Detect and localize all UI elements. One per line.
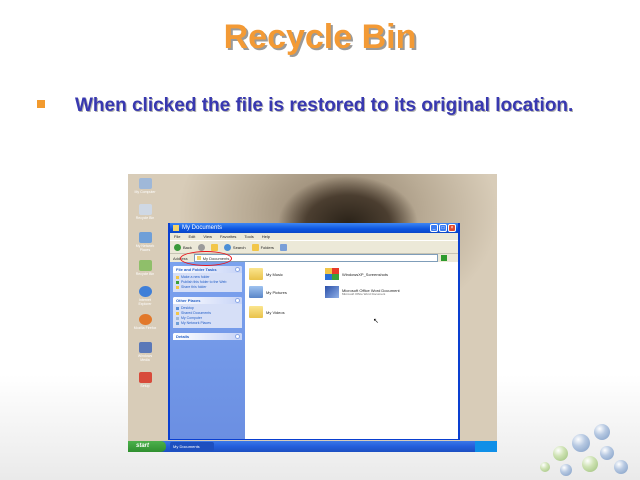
file-item[interactable]: My Music bbox=[249, 268, 283, 280]
desktop-icon-setup[interactable]: Setup bbox=[133, 372, 157, 388]
taskbar-item-my-documents[interactable]: My Documents bbox=[170, 442, 214, 451]
file-item[interactable]: WindowsXP_Screenshots bbox=[325, 268, 388, 280]
media-icon bbox=[138, 342, 152, 353]
start-button[interactable]: start bbox=[128, 441, 166, 452]
decorative-bubble bbox=[594, 424, 610, 440]
place-network[interactable]: My Network Places bbox=[176, 321, 239, 326]
videos-folder-icon bbox=[249, 306, 263, 318]
views-icon bbox=[279, 243, 287, 251]
search-button[interactable]: Search bbox=[223, 243, 246, 251]
taskbar: start My Documents bbox=[128, 441, 497, 452]
window-title: My Documents bbox=[182, 225, 223, 231]
chevron-up-icon[interactable] bbox=[235, 298, 240, 303]
setup-icon bbox=[138, 372, 152, 383]
forward-button[interactable] bbox=[197, 243, 205, 251]
task-pane: File and Folder Tasks Make a new folder … bbox=[170, 262, 245, 439]
decorative-bubble bbox=[614, 460, 628, 474]
network-icon bbox=[176, 322, 179, 325]
file-item[interactable]: My Pictures bbox=[249, 286, 287, 298]
up-folder-icon bbox=[210, 243, 218, 251]
menu-bar: File Edit View Favorites Tools Help bbox=[170, 233, 458, 240]
desktop-icon-internet-explorer[interactable]: Internet Explorer bbox=[133, 286, 157, 306]
back-arrow-icon bbox=[174, 243, 181, 251]
folders-button[interactable]: Folders bbox=[251, 243, 274, 251]
internet-explorer-icon bbox=[138, 286, 152, 297]
window-title-bar[interactable]: My Documents _ □ × bbox=[170, 223, 458, 233]
file-folder-tasks-box: File and Folder Tasks Make a new folder … bbox=[173, 266, 242, 292]
menu-tools[interactable]: Tools bbox=[244, 233, 253, 240]
views-button[interactable] bbox=[279, 243, 287, 251]
desktop-icon-firefox[interactable]: Mozilla Firefox bbox=[133, 314, 157, 330]
task-box-header[interactable]: File and Folder Tasks bbox=[173, 266, 242, 273]
menu-view[interactable]: View bbox=[203, 233, 212, 240]
desktop-icon-recycle-bin-2[interactable]: Recycle Bin bbox=[133, 260, 157, 276]
desktop-icon-network[interactable]: My Network Places bbox=[133, 232, 157, 252]
go-button[interactable] bbox=[440, 255, 447, 261]
address-bar: Address My Documents bbox=[170, 251, 458, 266]
system-tray bbox=[475, 441, 497, 452]
back-button[interactable]: Back bbox=[174, 243, 192, 251]
file-item[interactable]: Microsoft Office Word Document Microsoft… bbox=[325, 286, 400, 298]
folder-icon bbox=[176, 312, 179, 315]
decorative-bubble bbox=[600, 446, 614, 460]
bullet-text: When clicked the file is restored to its… bbox=[75, 95, 574, 116]
pictures-folder-icon bbox=[249, 286, 263, 298]
mouse-cursor-icon: ↖ bbox=[373, 318, 379, 325]
slide-title: Recycle Bin bbox=[223, 18, 417, 56]
task-share-folder[interactable]: Share this folder bbox=[176, 285, 239, 290]
computer-icon bbox=[138, 178, 152, 189]
folder-icon bbox=[325, 268, 339, 280]
forward-arrow-icon bbox=[197, 243, 205, 251]
task-box-header[interactable]: Other Places bbox=[173, 297, 242, 304]
folder-icon bbox=[173, 225, 179, 231]
other-places-box: Other Places Desktop Shared Documents My… bbox=[173, 297, 242, 328]
file-list: My Music My Pictures My Videos WindowsXP… bbox=[245, 262, 458, 439]
file-item[interactable]: My Videos bbox=[249, 306, 285, 318]
close-button[interactable]: × bbox=[448, 224, 456, 232]
menu-help[interactable]: Help bbox=[262, 233, 270, 240]
windows-screenshot: My Computer Recycle Bin My Network Place… bbox=[128, 174, 497, 452]
word-document-icon bbox=[325, 286, 339, 298]
menu-edit[interactable]: Edit bbox=[188, 233, 195, 240]
menu-file[interactable]: File bbox=[174, 233, 180, 240]
decorative-bubble bbox=[553, 446, 568, 461]
recycle-bin-icon bbox=[138, 260, 152, 271]
desktop-icon-my-computer[interactable]: My Computer bbox=[133, 178, 157, 194]
publish-icon bbox=[176, 281, 179, 284]
desktop-icon-media[interactable]: Windows Media bbox=[133, 342, 157, 362]
bullet-marker bbox=[37, 100, 45, 108]
details-box: Details bbox=[173, 333, 242, 340]
explorer-window: My Documents _ □ × File Edit View Favori… bbox=[168, 223, 460, 440]
search-icon bbox=[223, 243, 231, 251]
firefox-icon bbox=[138, 314, 152, 325]
menu-favorites[interactable]: Favorites bbox=[220, 233, 236, 240]
share-icon bbox=[176, 286, 179, 289]
decorative-bubble bbox=[572, 434, 590, 452]
folders-icon bbox=[251, 243, 259, 251]
music-folder-icon bbox=[249, 268, 263, 280]
window-body: File and Folder Tasks Make a new folder … bbox=[170, 262, 458, 439]
recycle-bin-icon bbox=[138, 204, 152, 215]
network-icon bbox=[138, 232, 152, 243]
desktop-icon-recycle-bin[interactable]: Recycle Bin bbox=[133, 204, 157, 220]
highlight-circle bbox=[180, 251, 232, 266]
decorative-bubble bbox=[560, 464, 572, 476]
decorative-bubble bbox=[582, 456, 598, 472]
chevron-down-icon[interactable] bbox=[235, 334, 240, 339]
computer-icon bbox=[176, 317, 179, 320]
chevron-up-icon[interactable] bbox=[235, 267, 240, 272]
task-box-header[interactable]: Details bbox=[173, 333, 242, 340]
up-button[interactable] bbox=[210, 243, 218, 251]
maximize-button[interactable]: □ bbox=[439, 224, 447, 232]
minimize-button[interactable]: _ bbox=[430, 224, 438, 232]
desktop-icon bbox=[176, 307, 179, 310]
new-folder-icon bbox=[176, 276, 179, 279]
decorative-bubble bbox=[540, 462, 550, 472]
